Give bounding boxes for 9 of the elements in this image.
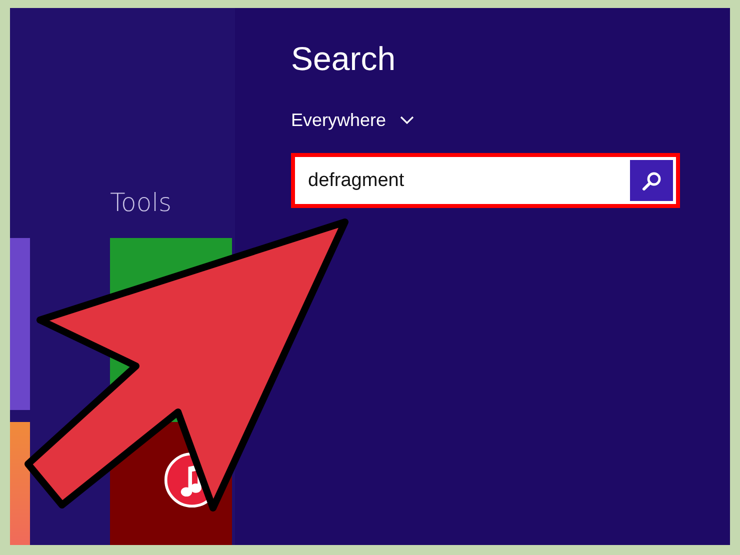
app-tile[interactable]: [10, 238, 30, 410]
tile-group-label: Tools: [110, 188, 173, 219]
scope-dropdown[interactable]: Everywhere: [291, 110, 414, 131]
search-icon: [640, 170, 662, 192]
search-field[interactable]: defragment: [295, 157, 630, 204]
pane-title: Search: [291, 40, 396, 78]
chevron-down-icon: [400, 116, 414, 125]
app-tile[interactable]: [10, 422, 30, 545]
search-button[interactable]: [630, 157, 676, 204]
